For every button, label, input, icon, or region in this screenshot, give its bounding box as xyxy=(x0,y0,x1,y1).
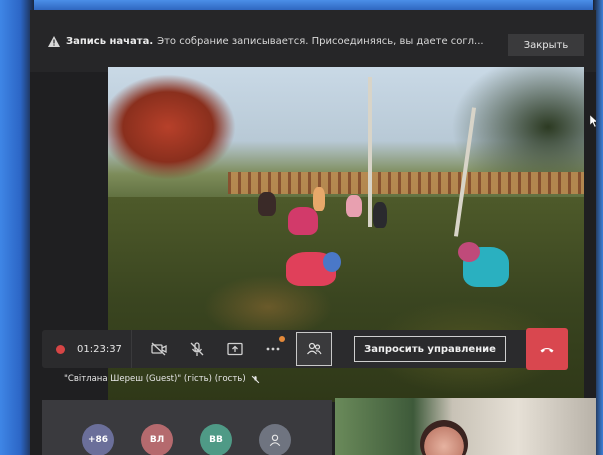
recording-indicator-icon xyxy=(56,344,65,354)
notice-title: Запись начата. xyxy=(66,35,154,47)
warning-icon xyxy=(48,35,60,47)
notice-message: Это собрание записывается. Присоединяясь… xyxy=(157,35,484,47)
toolbar-divider xyxy=(131,330,132,368)
people-icon xyxy=(307,342,322,355)
avatar-overflow[interactable]: +86 xyxy=(82,424,114,455)
participant-gallery: +86 ВЛ ВВ xyxy=(42,400,332,455)
avatar[interactable]: ВВ xyxy=(200,424,232,455)
call-timer: 01:23:37 xyxy=(77,343,122,355)
video-child xyxy=(288,207,318,235)
hangup-button[interactable] xyxy=(526,328,568,370)
monitor-frame-left xyxy=(0,0,34,455)
call-toolbar: 01:23:37 Запросить управление xyxy=(42,328,568,370)
meeting-window: Запись начата. Это собрание записывается… xyxy=(30,10,596,455)
request-control-button[interactable]: Запросить управление xyxy=(354,336,506,362)
notification-dot xyxy=(279,336,285,342)
participant-video-tile[interactable] xyxy=(335,398,596,455)
video-fence xyxy=(228,172,584,194)
mic-toggle-button[interactable] xyxy=(182,334,212,364)
camera-toggle-button[interactable] xyxy=(144,334,174,364)
more-actions-button[interactable] xyxy=(258,334,288,364)
video-child xyxy=(323,252,341,272)
video-child xyxy=(458,242,480,262)
mic-off-icon xyxy=(251,375,259,383)
close-notice-button[interactable]: Закрыть xyxy=(508,34,584,56)
video-child xyxy=(373,202,387,228)
participant-name: "Світлана Шереш (Guest)" (гість) (гость) xyxy=(64,374,246,384)
active-speaker-caption: "Світлана Шереш (Guest)" (гість) (гость) xyxy=(64,374,260,384)
avatar-default[interactable] xyxy=(259,424,291,455)
video-child xyxy=(258,192,276,216)
camera-off-icon xyxy=(151,342,167,356)
participants-button[interactable] xyxy=(296,332,332,366)
person-icon xyxy=(269,434,281,447)
video-tree xyxy=(368,77,372,227)
video-ground xyxy=(108,197,584,402)
video-child xyxy=(346,195,362,217)
avatar[interactable]: ВЛ xyxy=(141,424,173,455)
share-screen-button[interactable] xyxy=(220,334,250,364)
mouse-cursor-icon xyxy=(590,115,596,127)
share-screen-icon xyxy=(227,342,243,356)
recording-notice-bar: Запись начата. Это собрание записывается… xyxy=(30,10,596,72)
mic-off-icon xyxy=(190,342,204,356)
participant-face xyxy=(420,420,468,455)
hangup-icon xyxy=(540,348,554,353)
more-icon xyxy=(266,347,280,351)
video-child xyxy=(313,187,325,211)
